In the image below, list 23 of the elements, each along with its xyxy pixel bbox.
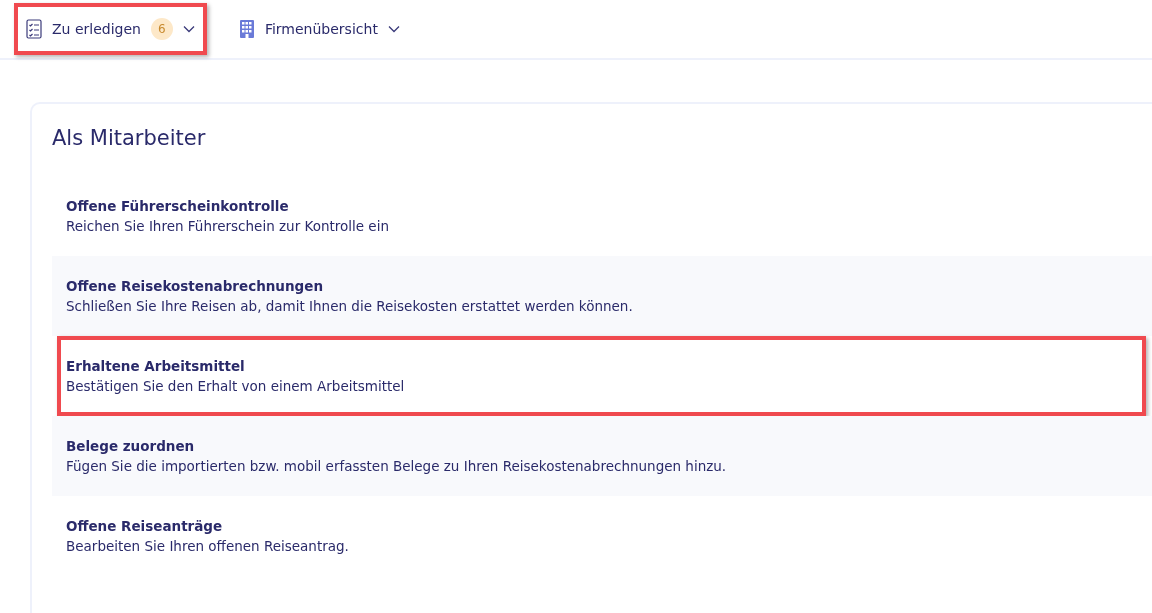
count-badge: 6 [150, 18, 173, 40]
todo-menu[interactable]: Zu erledigen 6 [14, 3, 207, 55]
task-title: Belege zuordnen [66, 438, 196, 454]
task-description: Bearbeiten Sie Ihren offenen Reiseantrag. [66, 538, 350, 554]
task-description: Schließen Sie Ihre Reisen ab, damit Ihnen die Reisekosten erstattet werden können. [66, 298, 634, 314]
task-title: Offene Reiseanträge [66, 518, 224, 534]
task-title: Offene Reisekostenabrechnungen [66, 278, 324, 294]
task-description: Fügen Sie die importierten bzw. mobil erfassten Belege zu Ihren Reisekostenabrechnungen hinzu. [66, 458, 728, 474]
task-title: Offene Führerscheinkontrolle [66, 198, 290, 214]
task-item[interactable]: Belege zuordnen Fügen Sie die importierten bzw. mobil erfassten Belege zu Ihren Reisekostenabrechnungen hinzu. [52, 416, 1152, 496]
checklist-icon [26, 19, 42, 39]
task-item[interactable]: Offene Führerscheinkontrolle Reichen Sie Ihren Führerschein zur Kontrolle ein [52, 176, 1152, 256]
chevron-down-icon [387, 25, 400, 33]
section-title: Als Mitarbeiter [52, 126, 207, 150]
building-icon [238, 19, 255, 39]
task-item[interactable]: Offene Reisekostenabrechnungen Schließen Sie Ihre Reisen ab, damit Ihnen die Reisekosten erstattet werden können. [52, 256, 1152, 336]
task-item[interactable]: Erhaltene Arbeitsmittel Bestätigen Sie den Erhalt von einem Arbeitsmittel [57, 336, 1146, 416]
task-title: Erhaltene Arbeitsmittel [66, 358, 246, 374]
task-item[interactable]: Offene Reiseanträge Bearbeiten Sie Ihren offenen Reiseantrag. [52, 496, 1152, 576]
task-description: Reichen Sie Ihren Führerschein zur Kontrolle ein [66, 218, 390, 234]
company-menu[interactable]: Firmenübersicht [226, 3, 412, 55]
chevron-down-icon [182, 25, 195, 33]
task-description: Bestätigen Sie den Erhalt von einem Arbeitsmittel [66, 378, 406, 394]
